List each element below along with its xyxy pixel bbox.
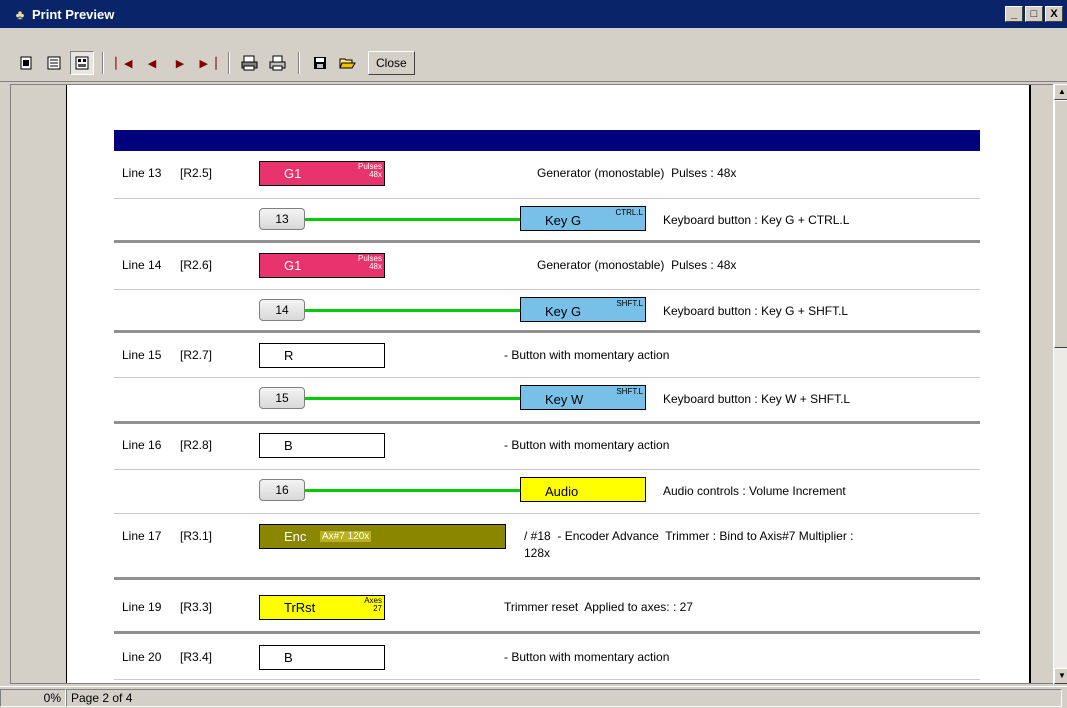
two-page-icon[interactable]	[42, 51, 66, 75]
connection-wire	[305, 397, 521, 400]
generator-block: G1 Pulses 48x	[259, 161, 385, 186]
output-description: Keyboard button : Key G + CTRL.L	[663, 213, 850, 227]
first-page-icon[interactable]: ▏◀	[112, 51, 136, 75]
window-title: Print Preview	[32, 6, 115, 22]
status-bar: 0% Page 2 of 4	[0, 686, 1067, 708]
line-number: Line 15	[122, 348, 162, 362]
row-description-cont: 128x	[524, 546, 551, 560]
scroll-thumb[interactable]	[1054, 100, 1067, 348]
output-description: Keyboard button : Key W + SHFT.L	[663, 392, 851, 406]
output-description: Keyboard button : Key G + SHFT.L	[663, 304, 849, 318]
toolbar: ▏◀ ◀ ▶ ▶▕ Close	[0, 28, 1067, 82]
connection-wire	[305, 218, 521, 221]
line-ref: [R2.6]	[180, 258, 213, 272]
button-block: R	[259, 343, 385, 368]
row-description: Trimmer reset Applied to axes: : 27	[504, 600, 693, 614]
app-icon: ♣	[15, 6, 25, 22]
open-icon[interactable]	[336, 51, 360, 75]
minimize-button[interactable]: _	[1005, 6, 1023, 22]
prev-page-icon[interactable]: ◀	[140, 51, 164, 75]
print-icon[interactable]	[266, 51, 290, 75]
line-ref: [R2.7]	[180, 348, 213, 362]
line-ref: [R2.5]	[180, 166, 213, 180]
scroll-down-icon[interactable]: ▼	[1054, 668, 1067, 684]
line-ref: [R2.8]	[180, 438, 213, 452]
line-number: Line 16	[122, 438, 162, 452]
row-description: Generator (monostable) Pulses : 48x	[537, 166, 737, 180]
preview-viewport: Line 13 [R2.5] G1 Pulses 48x Generator (m…	[10, 84, 1053, 684]
row-description: - Button with momentary action	[504, 348, 670, 362]
row-description: - Button with momentary action	[504, 650, 670, 664]
trimmer-reset-block: TrRst Axes 27	[259, 595, 385, 620]
row-description: - Button with momentary action	[504, 438, 670, 452]
zoom-level: 0%	[0, 688, 66, 707]
output-number: 16	[259, 479, 305, 501]
page-indicator: Page 2 of 4	[66, 688, 1062, 707]
row-description: Generator (monostable) Pulses : 48x	[537, 258, 737, 272]
report-header-bar	[114, 130, 980, 151]
line-ref: [R3.1]	[180, 529, 213, 543]
line-number: Line 17	[122, 529, 162, 543]
line-ref: [R3.4]	[180, 650, 213, 664]
keyboard-block: Key G SHFT.L	[520, 297, 646, 322]
line-number: Line 13	[122, 166, 162, 180]
line-number: Line 20	[122, 650, 162, 664]
encoder-block: Enc Ax#7 120x	[259, 524, 506, 549]
connection-wire	[305, 309, 521, 312]
title-bar: ♣ Print Preview _ □ X	[0, 0, 1067, 28]
next-page-icon[interactable]: ▶	[168, 51, 192, 75]
scroll-up-icon[interactable]: ▲	[1054, 84, 1067, 100]
line-number: Line 19	[122, 600, 162, 614]
report-page: Line 13 [R2.5] G1 Pulses 48x Generator (m…	[66, 85, 1031, 683]
audio-block: Audio	[520, 477, 646, 502]
one-page-icon[interactable]	[14, 51, 38, 75]
save-icon[interactable]	[308, 51, 332, 75]
line-ref: [R3.3]	[180, 600, 213, 614]
keyboard-block: Key G CTRL.L	[520, 206, 646, 231]
multi-page-icon[interactable]	[70, 51, 94, 75]
vertical-scrollbar[interactable]: ▲ ▼	[1053, 84, 1067, 684]
output-number: 15	[259, 387, 305, 409]
close-window-button[interactable]: X	[1045, 6, 1063, 22]
line-number: Line 14	[122, 258, 162, 272]
row-description: / #18 - Encoder Advance Trimmer : Bind t…	[524, 529, 854, 543]
button-block: B	[259, 433, 385, 458]
output-description: Audio controls : Volume Increment	[663, 484, 846, 498]
button-block: B	[259, 645, 385, 670]
print-setup-icon[interactable]	[238, 51, 262, 75]
close-button[interactable]: Close	[368, 51, 415, 75]
output-number: 14	[259, 299, 305, 321]
encoder-tag: Ax#7 120x	[320, 531, 372, 542]
last-page-icon[interactable]: ▶▕	[196, 51, 220, 75]
connection-wire	[305, 489, 521, 492]
generator-block: G1 Pulses 48x	[259, 253, 385, 278]
output-number: 13	[259, 208, 305, 230]
keyboard-block: Key W SHFT.L	[520, 385, 646, 410]
maximize-button[interactable]: □	[1025, 6, 1043, 22]
